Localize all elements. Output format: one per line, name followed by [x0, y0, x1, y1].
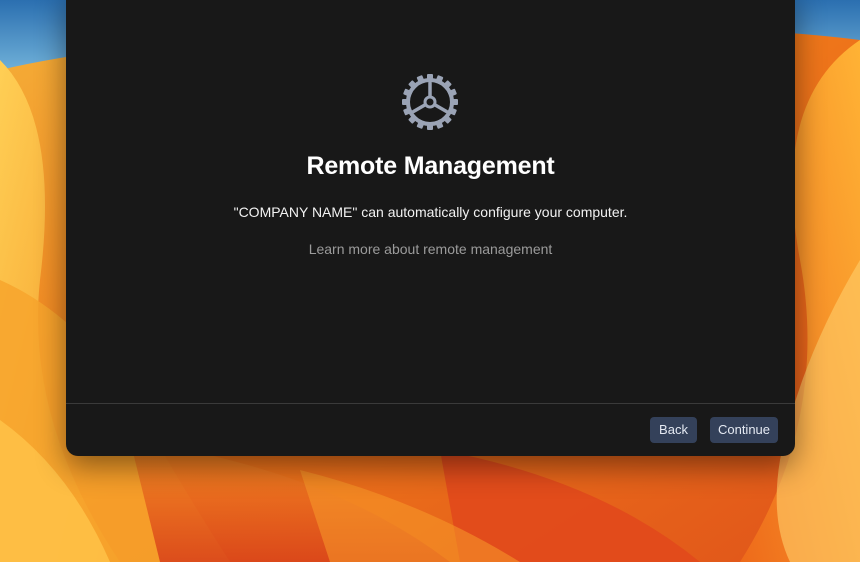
learn-more-link[interactable]: Learn more about remote management [66, 241, 795, 257]
back-button[interactable]: Back [650, 417, 697, 443]
remote-management-dialog: Remote Management "COMPANY NAME" can aut… [66, 0, 795, 456]
gear-icon [402, 74, 458, 130]
desktop: Remote Management "COMPANY NAME" can aut… [0, 0, 860, 562]
page-title: Remote Management [306, 152, 555, 180]
dialog-content: Remote Management "COMPANY NAME" can aut… [66, 0, 795, 403]
continue-button[interactable]: Continue [710, 417, 778, 443]
dialog-footer: Back Continue [66, 404, 795, 456]
description-text: "COMPANY NAME" can automatically configu… [233, 204, 628, 220]
